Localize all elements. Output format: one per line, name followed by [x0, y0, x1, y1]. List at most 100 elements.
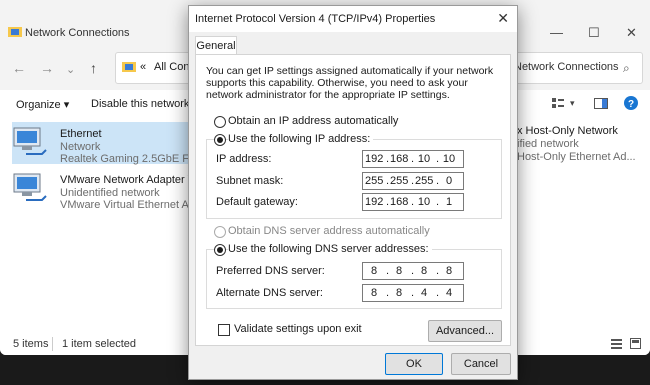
preview-pane-icon[interactable] — [594, 98, 608, 109]
octet: 255 — [415, 175, 434, 187]
dialog-title: Internet Protocol Version 4 (TCP/IPv4) P… — [195, 13, 436, 25]
dns-auto-radio[interactable] — [214, 226, 226, 238]
details-view-icon[interactable] — [611, 338, 622, 349]
connection-name: VMware Network Adapter VM — [60, 174, 205, 186]
search-icon: ⌕ — [623, 61, 630, 75]
search-placeholder: Network Connections — [514, 61, 619, 73]
octet-dot: . — [411, 287, 415, 299]
ip-auto-label: Obtain an IP address automatically — [228, 115, 399, 127]
help-icon[interactable]: ? — [624, 96, 638, 110]
tiles-view-icon[interactable] — [630, 338, 641, 349]
preferred-dns-label: Preferred DNS server: — [216, 265, 325, 277]
connection-device: Realtek Gaming 2.5GbE Famil — [60, 153, 210, 165]
connection-status: Network — [60, 141, 101, 153]
network-folder-icon — [122, 62, 136, 72]
up-icon[interactable]: ↑ — [90, 60, 97, 76]
connection-device: VMware Virtual Ethernet Adap — [60, 199, 208, 211]
list-item-host-only[interactable]: x Host-Only Network ified network Host-O… — [517, 125, 650, 167]
close-icon[interactable]: ✕ — [497, 10, 509, 27]
octet: 168 — [390, 153, 409, 165]
ok-button[interactable]: OK — [385, 353, 443, 375]
octet: 1 — [445, 196, 453, 208]
dns-manual-label: Use the following DNS server addresses: — [228, 243, 432, 255]
octet: 10 — [417, 196, 431, 208]
intro-text: You can get IP settings assigned automat… — [206, 65, 494, 101]
list-item-vmware[interactable]: VMware Network Adapter VM Unidentified n… — [12, 168, 207, 211]
octet: 10 — [417, 153, 431, 165]
view-options-icon[interactable] — [552, 98, 564, 109]
dialog-titlebar: Internet Protocol Version 4 (TCP/IPv4) P… — [189, 6, 517, 32]
forward-icon[interactable]: → — [40, 60, 54, 76]
octet: 8 — [370, 287, 378, 299]
alternate-dns-label: Alternate DNS server: — [216, 287, 323, 299]
breadcrumb-overflow-chevron[interactable]: « — [140, 61, 146, 73]
octet-dot: . — [386, 175, 390, 187]
dns-auto-label: Obtain DNS server address automatically — [228, 225, 430, 237]
octet-dot: . — [386, 287, 390, 299]
octet: 8 — [395, 265, 403, 277]
octet: 8 — [445, 265, 453, 277]
disable-network-button[interactable]: Disable this network d — [91, 98, 199, 110]
selection-count: 1 item selected — [62, 338, 136, 350]
octet-dot: . — [411, 265, 415, 277]
network-folder-icon — [8, 27, 22, 37]
octet: 0 — [445, 175, 453, 187]
search-input[interactable]: Network Connections ⌕ — [505, 52, 643, 84]
validate-label: Validate settings upon exit — [234, 323, 362, 335]
recent-dropdown-icon[interactable]: ⌄ — [66, 63, 75, 76]
view-dropdown-icon[interactable]: ▾ — [570, 98, 575, 109]
svg-text:?: ? — [628, 99, 634, 110]
advanced-button[interactable]: Advanced... — [428, 320, 502, 342]
validate-checkbox[interactable] — [218, 324, 230, 336]
chevron-down-icon: ▾ — [63, 99, 70, 111]
list-item-ethernet[interactable]: Ethernet Network Realtek Gaming 2.5GbE F… — [12, 122, 209, 165]
octet-dot: . — [386, 153, 390, 165]
breadcrumb-all-control-panel[interactable]: All Cont — [154, 61, 193, 73]
network-adapter-icon — [13, 173, 47, 201]
octet-dot: . — [411, 175, 415, 187]
octet: 10 — [442, 153, 456, 165]
ip-auto-radio[interactable] — [214, 116, 226, 128]
general-panel: You can get IP settings assigned automat… — [195, 54, 511, 346]
ip-manual-radio[interactable] — [214, 134, 226, 146]
octet-dot: . — [436, 175, 440, 187]
connection-device: Host-Only Ethernet Ad... — [517, 151, 636, 163]
octet-dot: . — [436, 196, 440, 208]
cancel-button[interactable]: Cancel — [451, 353, 511, 375]
octet-dot: . — [386, 196, 390, 208]
connection-status: ified network — [517, 138, 579, 150]
octet: 255 — [390, 175, 409, 187]
organize-label: Organize — [16, 99, 61, 111]
octet-dot: . — [386, 265, 390, 277]
back-icon[interactable]: ← — [12, 60, 26, 76]
dns-manual-radio[interactable] — [214, 244, 226, 256]
organize-button[interactable]: Organize ▾ — [16, 98, 69, 111]
default-gateway-label: Default gateway: — [216, 196, 298, 208]
octet: 192 — [365, 196, 384, 208]
status-divider — [52, 337, 53, 351]
octet-dot: . — [436, 153, 440, 165]
ip-address-label: IP address: — [216, 153, 272, 165]
connection-name: Ethernet — [60, 128, 102, 140]
octet: 8 — [395, 287, 403, 299]
octet-dot: . — [411, 196, 415, 208]
ip-manual-label: Use the following IP address: — [228, 133, 374, 145]
item-count: 5 items — [13, 338, 49, 350]
subnet-mask-field[interactable]: 255. 255. 255. 0 — [362, 172, 464, 190]
connection-name: x Host-Only Network — [517, 125, 618, 137]
octet: 255 — [365, 175, 384, 187]
default-gateway-field[interactable]: 192. 168. 10. 1 — [362, 193, 464, 211]
connection-status: Unidentified network — [60, 187, 160, 199]
network-adapter-icon — [13, 127, 47, 155]
ip-address-field[interactable]: 192. 168. 10. 10 — [362, 150, 464, 168]
alternate-dns-field[interactable]: 8. 8. 4. 4 — [362, 284, 464, 302]
octet: 4 — [420, 287, 428, 299]
tab-general[interactable]: General — [195, 36, 237, 55]
preferred-dns-field[interactable]: 8. 8. 8. 8 — [362, 262, 464, 280]
octet: 168 — [390, 196, 409, 208]
octet: 192 — [365, 153, 384, 165]
ipv4-properties-dialog: Internet Protocol Version 4 (TCP/IPv4) P… — [188, 5, 518, 380]
octet-dot: . — [436, 287, 440, 299]
octet: 8 — [370, 265, 378, 277]
octet-dot: . — [436, 265, 440, 277]
